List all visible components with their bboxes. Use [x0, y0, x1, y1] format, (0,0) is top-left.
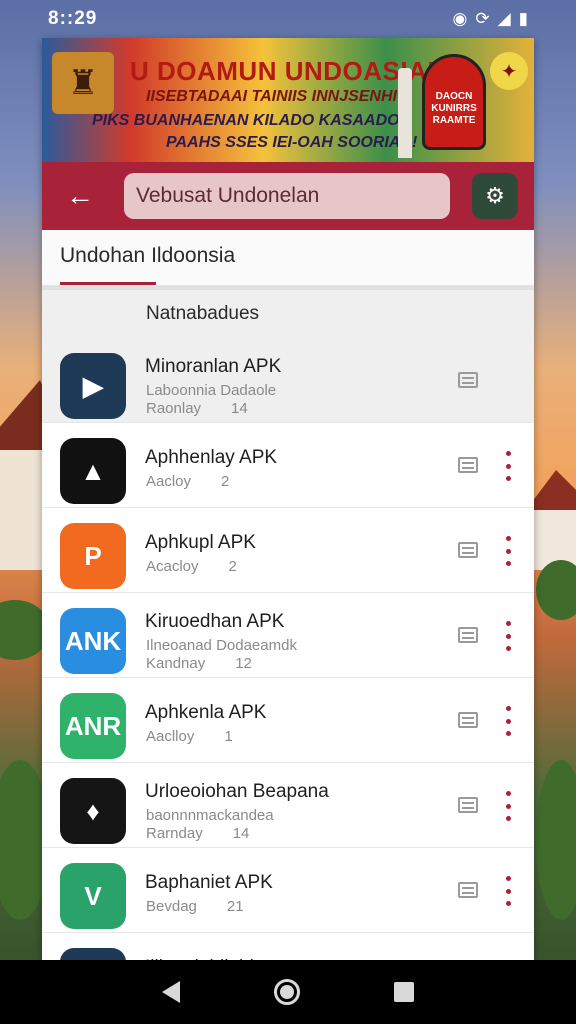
tab-bar: Undohan Ildoonsia [42, 230, 534, 286]
list-item[interactable]: P Aphkupl APK Acacloy 2 [42, 508, 534, 593]
details-list-icon[interactable] [458, 627, 478, 643]
app-meta-label: Aaclloy [146, 728, 195, 745]
app-title: Urloeoiohan Beapana [145, 781, 329, 802]
details-list-icon[interactable] [458, 797, 478, 813]
app-glyph: ANR [64, 710, 122, 741]
app-meta: Bevdag 21 [146, 898, 244, 915]
app-meta: Acacloy 2 [146, 558, 237, 575]
search-input[interactable] [124, 173, 450, 219]
list-item[interactable]: ANR Aphkenla APK Aaclloy 1 [42, 678, 534, 763]
list-item[interactable]: V Baphaniet APK Bevdag 21 [42, 848, 534, 933]
emblem-icon: ✦ [490, 52, 528, 90]
promo-banner[interactable]: ♜ U DOAMUN UNDOASIAI IISEBTADAAI TAINIIS… [42, 38, 534, 162]
garuda-emblem-icon: ♜ [52, 52, 114, 114]
app-meta: Aacloy 2 [146, 473, 229, 490]
app-title: Minoranlan APK [145, 356, 282, 377]
details-list-icon[interactable] [458, 457, 478, 473]
app-meta-label: Kandnay [146, 655, 206, 672]
app-subtitle: Ilneoanad Dodaeamdk [146, 637, 297, 654]
banner-line-2: IISEBTADAAI TAINIIS INNJSENHI [146, 88, 397, 105]
app-list: ▶ Minoranlan APK Laboonnia Dadaole Raonlay 1… [42, 338, 534, 960]
sync-icon: ⟳ [475, 9, 490, 28]
app-window: ♜ U DOAMUN UNDOASIAI IISEBTADAAI TAINIIS… [42, 38, 534, 960]
app-icon: V [60, 863, 126, 929]
app-icon: ▲ [60, 438, 126, 504]
app-meta-label: Rarnday [146, 825, 203, 842]
app-meta-label: Acacloy [146, 558, 199, 575]
app-title: Aphkupl APK [145, 532, 256, 553]
app-title: Baphaniet APK [145, 872, 273, 893]
tab-indicator [60, 282, 156, 285]
nav-recents-icon[interactable] [394, 982, 414, 1002]
details-list-icon[interactable] [458, 372, 478, 388]
monument-icon [398, 68, 412, 158]
app-glyph: ♦ [86, 795, 100, 826]
app-glyph: ANK [64, 625, 122, 656]
more-options-icon[interactable] [498, 621, 518, 651]
details-list-icon[interactable] [458, 542, 478, 558]
app-glyph: ▲ [80, 455, 106, 486]
app-title: Aphhenlay APK [145, 447, 278, 468]
banner-line-3: PIKS BUANHAENAN KILADO KASAADOS [92, 112, 411, 129]
nav-back-icon[interactable] [162, 981, 180, 1003]
navigation-bar [0, 960, 576, 1024]
app-meta-label: Aacloy [146, 473, 192, 490]
app-count: 2 [221, 473, 230, 490]
store-icon: ⚙ [485, 183, 505, 208]
store-button[interactable]: ⚙ [472, 173, 518, 219]
app-icon: ANR [60, 693, 126, 759]
app-glyph: P [84, 540, 102, 571]
app-count: 12 [235, 655, 252, 672]
app-glyph: ▶ [83, 370, 103, 401]
app-icon: ▶ [60, 353, 126, 419]
back-button[interactable]: ← [54, 170, 106, 222]
app-title: Kiruoedhan APK [145, 611, 285, 632]
banner-line-4: PAAHS SSES IEI-OAH SOORIAN! [166, 134, 418, 151]
app-icon: A [60, 948, 126, 960]
app-icon: ♦ [60, 778, 126, 844]
app-count: 2 [228, 558, 237, 575]
more-options-icon[interactable] [498, 706, 518, 736]
details-list-icon[interactable] [458, 712, 478, 728]
battery-icon: ▮ [518, 9, 528, 28]
status-bar: 8::29 ◉ ⟳ ◢ ▮ [0, 0, 576, 38]
status-time: 8::29 [48, 8, 98, 29]
app-icon: ANK [60, 608, 126, 674]
arrow-left-icon: ← [66, 180, 94, 211]
details-list-icon[interactable] [458, 882, 478, 898]
list-item[interactable]: ▲ Aphhenlay APK Aacloy 2 [42, 423, 534, 508]
list-item[interactable]: ANK Kiruoedhan APK Ilneoanad Dodaeamdk Kand… [42, 593, 534, 678]
app-meta: Rarnday 14 [146, 825, 249, 842]
banner-badge: DAOCN KUNIRRS RAAMTE [422, 54, 486, 150]
app-title: Aphkenla APK [145, 702, 267, 723]
tab-undohan-indonesia[interactable]: Undohan Ildoonsia [60, 244, 235, 268]
app-subtitle: baonnnmackandea [146, 807, 274, 824]
signal-icon: ◢ [497, 9, 511, 28]
more-options-icon[interactable] [498, 876, 518, 906]
list-item[interactable]: AIiiinanlahilahls [42, 933, 534, 960]
app-count: 1 [224, 728, 233, 745]
app-count: 14 [231, 400, 248, 417]
app-meta: Kandnay 12 [146, 655, 252, 672]
app-glyph: V [84, 880, 102, 911]
more-options-icon[interactable] [498, 791, 518, 821]
nav-home-icon[interactable] [274, 979, 300, 1005]
app-icon: P [60, 523, 126, 589]
banner-title: U DOAMUN UNDOASIAI [130, 56, 436, 86]
app-meta: Raonlay 14 [146, 400, 248, 417]
section-header: Natnabadues [42, 286, 534, 338]
app-count: 14 [232, 825, 250, 842]
toolbar: ← ⚙ [42, 162, 534, 230]
app-meta-label: Raonlay [146, 400, 202, 417]
app-meta: Aaclloy 1 [146, 728, 233, 745]
list-item[interactable]: ♦ Urloeoiohan Beapana baonnnmackandea Rarnd… [42, 763, 534, 848]
more-options-icon[interactable] [498, 536, 518, 566]
app-meta-label: Bevdag [146, 898, 197, 915]
status-icons: ◉ ⟳ ◢ ▮ [452, 9, 528, 29]
list-item[interactable]: ▶ Minoranlan APK Laboonnia Dadaole Raonlay 1… [42, 338, 534, 423]
wifi-icon: ◉ [452, 9, 468, 28]
app-count: 21 [226, 898, 244, 915]
more-options-icon[interactable] [498, 451, 518, 481]
app-subtitle: Laboonnia Dadaole [146, 382, 277, 399]
